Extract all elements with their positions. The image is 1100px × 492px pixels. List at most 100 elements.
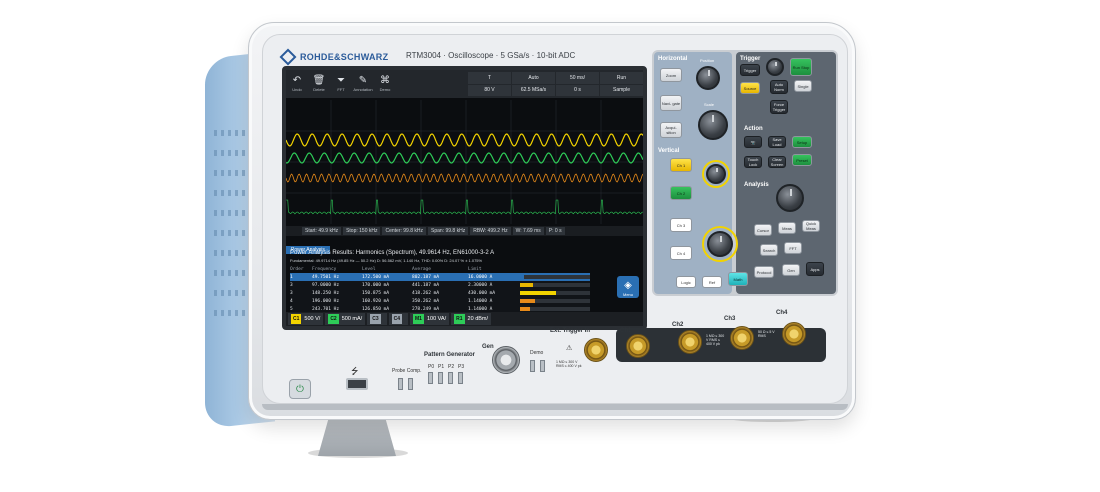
pin-label: P0: [428, 364, 435, 370]
annotation-button[interactable]: ✎ Annotation: [352, 70, 374, 98]
power-button[interactable]: ⏻: [289, 379, 311, 399]
ch1-button[interactable]: Ch 1: [670, 158, 692, 172]
trigger-button[interactable]: Trigger: [740, 64, 760, 76]
table-row[interactable]: 3 148.250 Hz 150.875 mA 418.262 mA 430.000 m…: [290, 289, 590, 297]
reference-setting[interactable]: R1 20 dBm/: [451, 313, 492, 325]
fft-icon: ⏷: [337, 75, 345, 86]
setup-button[interactable]: Setup: [792, 136, 812, 148]
single-button[interactable]: Single: [794, 80, 812, 92]
fft-rbw[interactable]: RBW: 499.2 Hz: [470, 227, 511, 235]
vertical-scale-knob[interactable]: [707, 231, 733, 257]
pattern-pin[interactable]: [438, 372, 443, 384]
logic-button[interactable]: Logic: [676, 276, 696, 288]
trigger-mode[interactable]: Auto: [512, 72, 555, 84]
fft-center[interactable]: Center: 99.8 kHz: [382, 227, 427, 235]
channel-tag: C1: [291, 314, 302, 324]
fft-button[interactable]: ⏷ FFT: [330, 70, 352, 98]
meas-button[interactable]: Meas: [778, 222, 796, 234]
ch2-bnc-connector[interactable]: [678, 330, 702, 354]
screenshot-button[interactable]: 📷: [744, 136, 762, 148]
limit-bar-fill: [520, 299, 536, 303]
fft-panel-button[interactable]: FFT: [784, 242, 802, 254]
universal-knob[interactable]: [776, 184, 804, 212]
horizontal-position-knob[interactable]: [696, 66, 720, 90]
trigger-level[interactable]: 80 V: [468, 84, 511, 96]
table-cell: 802.187 mA: [412, 274, 440, 280]
ch4-button[interactable]: Ch 4: [670, 246, 692, 260]
ch1-bnc-connector[interactable]: [626, 334, 650, 358]
delete-button[interactable]: 🗑 Delete: [308, 70, 330, 98]
zoom-button[interactable]: Zoom: [660, 68, 682, 82]
ch3-button[interactable]: Ch 3: [670, 218, 692, 232]
force-trigger-button[interactable]: Force Trigger: [770, 100, 788, 114]
vertical-position-knob[interactable]: [706, 164, 726, 184]
channel-1-setting[interactable]: C1 500 V/: [288, 313, 324, 325]
horizontal-scale-knob[interactable]: [698, 110, 728, 140]
gen-bnc-connector[interactable]: [492, 346, 520, 374]
trigger-level-knob[interactable]: [766, 58, 784, 76]
run-state[interactable]: Run: [600, 72, 643, 84]
table-row[interactable]: 3 97.0000 Hz 170.000 mA 441.187 mA 2.30000 A: [290, 281, 590, 289]
navigate-button[interactable]: Navi- gate: [660, 95, 682, 111]
undo-button[interactable]: ↶ Undo: [286, 70, 308, 98]
save-load-button[interactable]: Save Load: [768, 136, 786, 148]
cursor-button[interactable]: Cursor: [754, 224, 772, 236]
pattern-pin[interactable]: [428, 372, 433, 384]
tab-row: Power Analysis: [286, 238, 330, 254]
channel-4-setting[interactable]: C4: [388, 313, 409, 325]
fft-window[interactable]: W: 7.69 ms: [512, 227, 544, 235]
touch-lock-button[interactable]: Touch Lock: [744, 156, 762, 168]
time-offset[interactable]: 0 s: [556, 84, 599, 96]
fft-stop[interactable]: Stop: 150 kHz: [343, 227, 381, 235]
probe-comp-pin[interactable]: [398, 378, 403, 390]
trigger-title: Trigger: [740, 56, 761, 62]
table-row[interactable]: 4 196.000 Hz 160.920 mA 350.262 mA 1.14000 A: [290, 297, 590, 305]
trigger-type[interactable]: T: [468, 72, 511, 84]
protocol-button[interactable]: Protocol: [754, 266, 774, 278]
ref-button[interactable]: Ref: [702, 276, 722, 288]
search-button[interactable]: Search: [760, 244, 778, 256]
sample-rate[interactable]: 62.5 MSa/s: [512, 84, 555, 96]
menu-button[interactable]: ◈ Menu: [617, 276, 639, 298]
auto-norm-button[interactable]: Auto Norm: [770, 80, 788, 94]
quick-meas-button[interactable]: Quick Meas: [802, 220, 820, 232]
usb-port[interactable]: [346, 378, 368, 390]
limit-bar-fill: [520, 307, 530, 311]
acquire-button[interactable]: Acqui- sition: [660, 122, 682, 138]
channel-3-setting[interactable]: C3: [367, 313, 387, 325]
fft-position[interactable]: P: 0 s: [545, 227, 565, 235]
model-label: RTM3004 · Oscilloscope · 5 GSa/s · 10-bi…: [406, 51, 576, 60]
fft-start[interactable]: Start: 49.9 kHz: [302, 227, 342, 235]
source-button[interactable]: Source: [740, 82, 760, 94]
demo-pin[interactable]: [540, 360, 545, 372]
run-stop-button[interactable]: Run Stop: [790, 58, 812, 76]
time-scale[interactable]: 50 ms/: [556, 72, 599, 84]
acquire-mode[interactable]: Sample: [600, 84, 643, 96]
table-cell: 5: [290, 306, 293, 312]
pattern-pin[interactable]: [458, 372, 463, 384]
table-cell: 3: [290, 290, 293, 296]
gen-button[interactable]: Gen: [782, 264, 800, 276]
clear-screen-button[interactable]: Clear Screen: [768, 156, 786, 168]
apps-button[interactable]: Apps: [806, 262, 824, 276]
undo-icon: ↶: [292, 75, 302, 86]
table-cell: 2.30000 A: [468, 282, 493, 288]
channel-2-setting[interactable]: C2 500 mA/: [325, 313, 366, 325]
ch4-bnc-connector[interactable]: [782, 322, 806, 346]
demo-button[interactable]: ⌘ Demo: [374, 70, 396, 98]
demo-pin[interactable]: [530, 360, 535, 372]
waveform-display[interactable]: [286, 100, 643, 224]
probe-comp-pin[interactable]: [408, 378, 413, 390]
table-row[interactable]: 1 49.7501 Hz 172.500 mA 802.187 mA 16.0000 A: [290, 273, 590, 281]
channel-tag: C3: [370, 314, 381, 324]
ext-trigger-bnc-connector[interactable]: [584, 338, 608, 362]
pattern-pin[interactable]: [448, 372, 453, 384]
ch2-button[interactable]: Ch 2: [670, 186, 692, 200]
display-screen[interactable]: ↶ Undo 🗑 Delete ⏷ FFT ✎ Annotation ⌘ Dem…: [282, 66, 647, 330]
ch3-bnc-connector[interactable]: [730, 326, 754, 350]
ch-spec-label: 1 MΩ ≤ 300 V RMS ≤ 400 V pk: [706, 334, 725, 346]
fft-span[interactable]: Span: 99.8 kHz: [428, 227, 469, 235]
preset-button[interactable]: Preset: [792, 154, 812, 166]
math-button[interactable]: Math: [728, 272, 748, 286]
math-setting[interactable]: M1 100 VA/: [410, 313, 450, 325]
